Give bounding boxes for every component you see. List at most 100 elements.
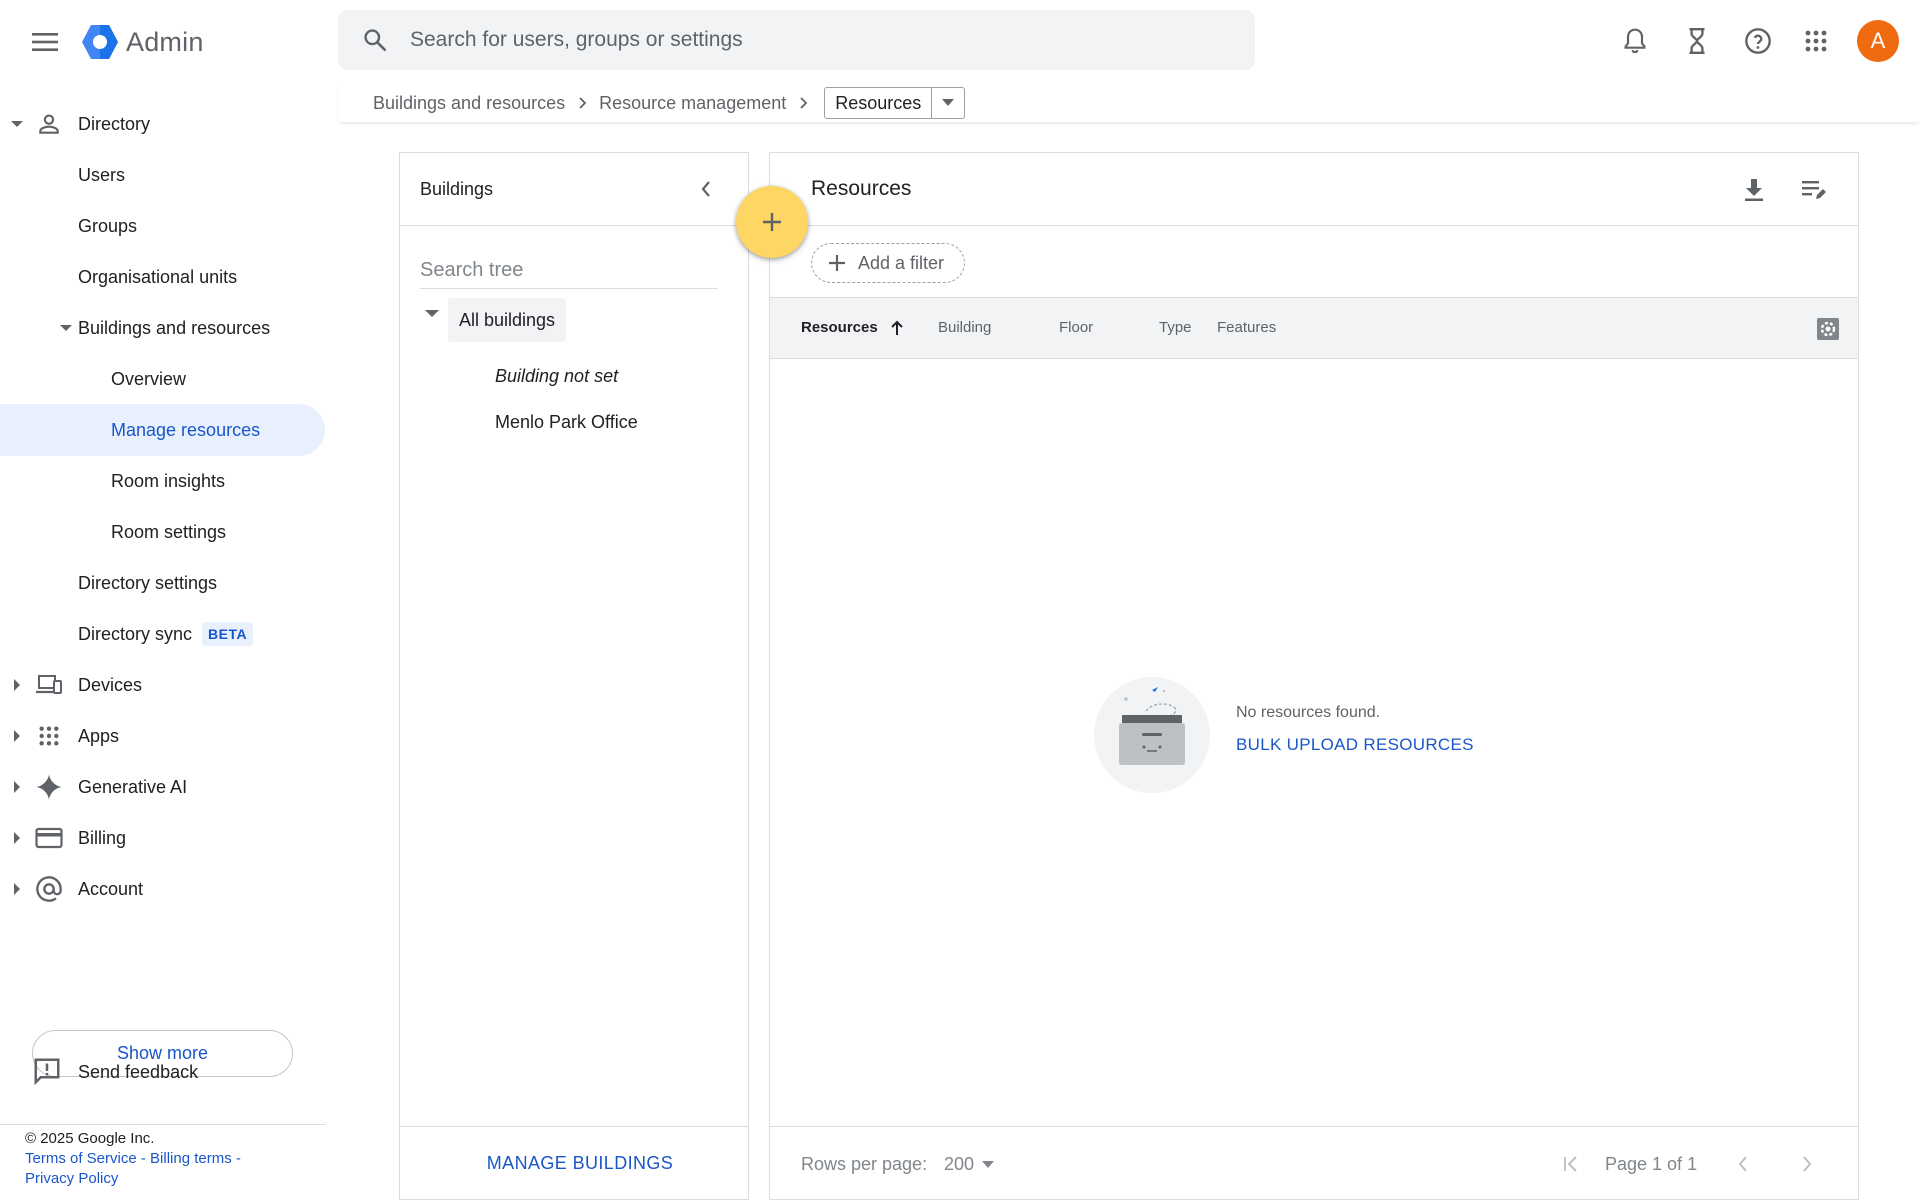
empty-archive-illustration: [1094, 677, 1210, 793]
sidebar-item-manage-resources[interactable]: Manage resources: [0, 404, 325, 456]
download-button[interactable]: [1737, 173, 1771, 207]
caret-right-icon: [10, 780, 24, 794]
apps-launcher-button[interactable]: [1796, 21, 1836, 61]
help-button[interactable]: [1738, 21, 1778, 61]
devices-icon: [33, 669, 65, 701]
sidebar-item-overview[interactable]: Overview: [0, 353, 326, 405]
resources-table-header: Resources Building Floor Type Features: [770, 297, 1858, 359]
account-avatar[interactable]: A: [1857, 20, 1899, 62]
resources-panel-header: Resources: [770, 153, 1858, 226]
global-search-bar[interactable]: [338, 10, 1255, 70]
edit-list-icon: [1801, 178, 1827, 202]
sidebar-item-groups[interactable]: Groups: [0, 200, 326, 252]
bulk-update-button[interactable]: [1797, 173, 1831, 207]
caret-right-icon: [10, 831, 24, 845]
column-header-type[interactable]: Type: [1159, 319, 1192, 336]
sidebar-item-account[interactable]: Account: [0, 863, 326, 915]
legal-footer: © 2025 Google Inc. Terms of Service - Bi…: [25, 1129, 245, 1189]
sidebar-item-devices[interactable]: Devices: [0, 659, 326, 711]
admin-logo-icon: [80, 22, 120, 62]
breadcrumb-current-select[interactable]: Resources: [824, 87, 966, 119]
at-sign-icon: [33, 873, 65, 905]
caret-right-icon: [10, 882, 24, 896]
notifications-button[interactable]: [1615, 21, 1655, 61]
column-header-floor[interactable]: Floor: [1059, 319, 1093, 336]
search-icon[interactable]: [360, 25, 390, 55]
top-bar: Admin A: [0, 0, 1920, 82]
tasks-button[interactable]: [1677, 21, 1717, 61]
sidebar-item-billing[interactable]: Billing: [0, 812, 326, 864]
send-feedback-button[interactable]: Send feedback: [0, 1052, 300, 1092]
first-page-button[interactable]: [1556, 1149, 1586, 1179]
breadcrumb-bar: Buildings and resources Resource managem…: [338, 82, 1920, 122]
column-header-building[interactable]: Building: [938, 319, 991, 336]
column-header-features[interactable]: Features: [1217, 319, 1276, 336]
privacy-policy-link[interactable]: Privacy Policy: [25, 1170, 118, 1187]
sparkle-icon: [33, 771, 65, 803]
buildings-panel: Buildings All buildings Building not set…: [399, 152, 749, 1200]
sidebar-item-label: Overview: [111, 368, 187, 389]
sidebar-item-room-settings[interactable]: Room settings: [0, 506, 326, 558]
sidebar-item-label-group: Directory sync BETA: [78, 622, 254, 646]
chevron-right-icon: [1801, 1155, 1813, 1173]
dropdown-arrow-icon[interactable]: [932, 88, 964, 118]
add-resource-fab[interactable]: [736, 186, 808, 258]
sidebar-item-buildings-and-resources[interactable]: Buildings and resources: [0, 302, 326, 354]
sidebar-item-directory-sync[interactable]: Directory sync BETA: [0, 608, 326, 660]
rows-per-page-select[interactable]: 200: [944, 1150, 995, 1178]
tree-node-menlo-park-office[interactable]: Menlo Park Office: [495, 412, 638, 433]
empty-state: No resources found. BULK UPLOAD RESOURCE…: [1094, 677, 1694, 793]
column-settings-button[interactable]: [1814, 315, 1842, 343]
sidebar-item-room-insights[interactable]: Room insights: [0, 455, 326, 507]
tree-expand-toggle[interactable]: [420, 301, 444, 325]
breadcrumb-resource-management[interactable]: Resource management: [599, 93, 786, 114]
column-header-resources[interactable]: Resources: [801, 319, 904, 336]
tree-node-building-not-set[interactable]: Building not set: [495, 366, 618, 387]
sidebar-item-label: Devices: [78, 674, 143, 695]
legal-links-row-2: Privacy Policy: [25, 1169, 245, 1189]
tree-node-all-buildings[interactable]: All buildings: [448, 298, 567, 342]
chevron-right-icon: [798, 96, 808, 110]
breadcrumb-buildings-and-resources[interactable]: Buildings and resources: [373, 93, 565, 114]
sidebar-item-label: Account: [78, 878, 144, 899]
bulk-upload-button[interactable]: BULK UPLOAD RESOURCES: [1236, 735, 1474, 755]
apps-grid-icon: [1804, 29, 1828, 53]
add-filter-label: Add a filter: [858, 252, 945, 273]
sidebar-item-organisational-units[interactable]: Organisational units: [0, 251, 326, 303]
sidebar-item-apps[interactable]: Apps: [0, 710, 326, 762]
rows-per-page-value: 200: [944, 1153, 975, 1174]
buildings-panel-footer: MANAGE BUILDINGS: [400, 1126, 748, 1200]
feedback-icon: [32, 1056, 62, 1086]
admin-logo[interactable]: Admin: [80, 22, 204, 62]
plus-icon: [761, 211, 783, 233]
sidebar-item-users[interactable]: Users: [0, 149, 326, 201]
next-page-button[interactable]: [1792, 1149, 1822, 1179]
link-separator: -: [136, 1150, 151, 1167]
sidebar-item-generative-ai[interactable]: Generative AI: [0, 761, 326, 813]
help-icon: [1744, 27, 1772, 55]
pagination-footer: Rows per page: 200 Page 1 of 1: [770, 1126, 1858, 1200]
tree-search-input[interactable]: [420, 253, 718, 289]
search-input[interactable]: [408, 27, 1228, 53]
main-menu-button[interactable]: [25, 22, 65, 62]
sidebar-item-label: Buildings and resources: [78, 317, 271, 338]
beta-badge: BETA: [202, 622, 254, 646]
collapse-panel-button[interactable]: [690, 173, 722, 205]
rows-per-page-label: Rows per page:: [801, 1154, 928, 1174]
sidebar-item-directory[interactable]: Directory: [0, 98, 326, 150]
first-page-icon: [1562, 1155, 1580, 1173]
menu-icon: [32, 32, 58, 52]
manage-buildings-button[interactable]: MANAGE BUILDINGS: [487, 1153, 673, 1174]
sidebar-item-directory-settings[interactable]: Directory settings: [0, 557, 326, 609]
previous-page-button[interactable]: [1728, 1149, 1758, 1179]
notifications-icon: [1622, 27, 1648, 55]
add-filter-button[interactable]: Add a filter: [811, 243, 966, 283]
breadcrumb: Buildings and resources Resource managem…: [373, 87, 966, 119]
apps-grid-icon: [33, 720, 65, 752]
terms-of-service-link[interactable]: Terms of Service: [25, 1150, 137, 1167]
billing-terms-link[interactable]: Billing terms: [150, 1150, 232, 1167]
sidebar-item-label: Manage resources: [111, 419, 261, 440]
breadcrumb-current[interactable]: Resources: [825, 88, 933, 118]
sidebar-item-label: Room insights: [111, 470, 226, 491]
arrow-up-icon: [890, 320, 904, 336]
